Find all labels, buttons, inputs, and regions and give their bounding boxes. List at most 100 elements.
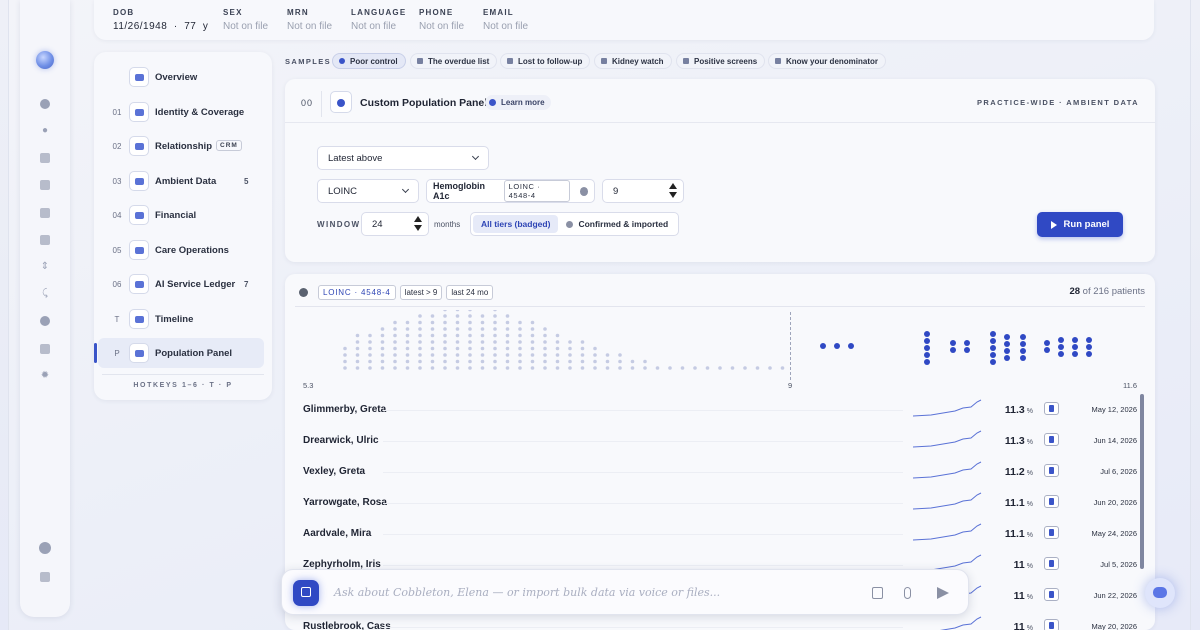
- population-dot: [493, 346, 497, 351]
- population-dot: [405, 327, 410, 331]
- flagged-patient-dot: [1020, 334, 1026, 340]
- result-count: 28 of 216 patients: [1069, 286, 1145, 297]
- tier-badge-icon[interactable]: [1044, 619, 1059, 630]
- nav-item-ai-service-ledger[interactable]: 06 AI Service Ledger 7: [94, 269, 272, 299]
- population-dot: [618, 353, 622, 357]
- panel-builder-card: 00 Custom Population Panel Learn more PR…: [285, 79, 1155, 262]
- stepper-icon[interactable]: [414, 216, 422, 231]
- clear-icon[interactable]: [579, 186, 588, 196]
- sample-chip-overdue-list[interactable]: The overdue list: [410, 53, 498, 69]
- population-dot: [493, 359, 497, 364]
- panel-title: Custom Population Panel: [360, 97, 488, 109]
- tier-badge-icon[interactable]: [1044, 557, 1059, 570]
- population-dot: [505, 346, 510, 351]
- attach-file-icon[interactable]: [872, 587, 883, 599]
- nav-item-identity[interactable]: 01 Identity & Coverage: [94, 97, 272, 127]
- hotkeys-hint: HOTKEYS 1–6 · T · P: [133, 382, 233, 389]
- flagged-patient-dot: [1058, 337, 1064, 343]
- tier-badge-icon[interactable]: [1044, 402, 1059, 415]
- tier-badge-icon[interactable]: [1044, 495, 1059, 508]
- run-panel-button[interactable]: Run panel: [1037, 212, 1123, 237]
- home-icon[interactable]: [40, 99, 50, 109]
- window-input[interactable]: 24: [361, 212, 429, 236]
- people-icon[interactable]: ⇕: [40, 262, 50, 272]
- inbox-icon: [507, 58, 513, 64]
- patient-name[interactable]: Vexley, Greta: [303, 466, 365, 477]
- profile-icon[interactable]: [39, 542, 51, 554]
- population-dot: [405, 353, 410, 357]
- population-dot: [455, 314, 460, 318]
- patient-row[interactable]: Drearwick, Ulric 11.3% Jun 14, 2026: [303, 425, 1145, 456]
- nav-item-financial[interactable]: 04 Financial: [94, 200, 272, 230]
- population-dot: [393, 346, 397, 351]
- divider: [295, 306, 1145, 307]
- scrollbar[interactable]: [1140, 394, 1144, 569]
- sample-chip-positive-screens[interactable]: Positive screens: [676, 53, 766, 69]
- patient-name[interactable]: Yarrowgate, Rosa: [303, 497, 387, 508]
- sample-chip-poor-control[interactable]: Poor control: [332, 53, 406, 69]
- concept-field[interactable]: Hemoglobin A1c LOINC · 4548-4: [426, 179, 595, 203]
- nav-item-timeline[interactable]: T Timeline: [94, 304, 272, 334]
- flagged-patient-dot: [1086, 337, 1092, 343]
- logout-icon[interactable]: [40, 572, 50, 582]
- population-dot: [380, 340, 385, 344]
- patient-name[interactable]: Glimmerby, Greta: [303, 404, 386, 415]
- patient-row[interactable]: Vexley, Greta 11.2% Jul 6, 2026: [303, 456, 1145, 487]
- grid-icon[interactable]: [40, 180, 50, 190]
- population-dot: [518, 359, 522, 364]
- assistant-icon[interactable]: [293, 580, 319, 606]
- inbox-icon[interactable]: [40, 208, 50, 218]
- population-dot: [543, 353, 547, 357]
- nav-item-overview[interactable]: Overview: [94, 62, 272, 92]
- flagged-patient-dot: [1020, 341, 1026, 347]
- sample-chip-lost-follow-up[interactable]: Lost to follow-up: [500, 53, 591, 69]
- tier-badge-icon[interactable]: [1044, 588, 1059, 601]
- person-icon[interactable]: ●: [40, 126, 50, 136]
- tier-all-button[interactable]: All tiers (badged): [473, 215, 559, 233]
- patient-row[interactable]: Aardvale, Mira 11.1% May 24, 2026: [303, 518, 1145, 549]
- image-icon[interactable]: [40, 344, 50, 354]
- sample-chip-kidney-watch[interactable]: Kidney watch: [594, 53, 672, 69]
- microphone-icon[interactable]: [904, 587, 911, 599]
- patient-name[interactable]: Aardvale, Mira: [303, 528, 371, 539]
- query-tag-window: last 24 mo: [446, 284, 494, 300]
- tier-badge-icon[interactable]: [1044, 464, 1059, 477]
- nav-item-relationship[interactable]: 02 Relationship CRM: [94, 131, 272, 161]
- stepper-icon[interactable]: [669, 183, 677, 198]
- share-icon[interactable]: ⤹: [40, 289, 50, 299]
- list-icon[interactable]: [40, 153, 50, 163]
- nav-item-ambient-data[interactable]: 03 Ambient Data 5: [94, 166, 272, 196]
- ask-input[interactable]: Ask about Cobbleton, Elena — or import b…: [334, 586, 720, 599]
- sex-field: SEX Not on file: [223, 8, 269, 32]
- send-icon[interactable]: [937, 587, 949, 599]
- patient-name[interactable]: Rustlebrook, Cass: [303, 621, 391, 630]
- nav-item-population-panel[interactable]: P Population Panel: [94, 338, 264, 368]
- learn-more-button[interactable]: Learn more: [485, 95, 551, 110]
- population-dot: [543, 340, 547, 344]
- population-dot: [605, 353, 610, 357]
- tier-confirmed-button[interactable]: Confirmed & imported: [558, 215, 676, 233]
- calendar-icon[interactable]: [40, 235, 50, 245]
- code-system-select[interactable]: LOINC: [317, 179, 419, 203]
- patient-row[interactable]: Glimmerby, Greta 11.3% May 12, 2026: [303, 394, 1145, 425]
- tier-badge-icon[interactable]: [1044, 526, 1059, 539]
- panel-scope: PRACTICE-WIDE · AMBIENT DATA: [977, 98, 1139, 107]
- threshold-input[interactable]: 9: [602, 179, 684, 203]
- population-dot: [518, 366, 522, 370]
- population-dot: [493, 320, 497, 325]
- nav-item-care-operations[interactable]: 05 Care Operations: [94, 235, 272, 265]
- patient-row[interactable]: Yarrowgate, Rosa 11.1% Jun 20, 2026: [303, 487, 1145, 518]
- mode-select[interactable]: Latest above: [317, 146, 489, 170]
- chat-bubble-icon[interactable]: [1145, 578, 1175, 608]
- result-date: May 12, 2026: [1091, 405, 1137, 414]
- population-dot: [618, 359, 622, 364]
- tier-badge-icon[interactable]: [1044, 433, 1059, 446]
- population-dot: [468, 320, 472, 325]
- sample-chip-denominator[interactable]: Know your denominator: [768, 53, 886, 69]
- brand-orb-icon[interactable]: [36, 51, 54, 69]
- patient-name[interactable]: Drearwick, Ulric: [303, 435, 379, 446]
- target-icon[interactable]: [40, 316, 50, 326]
- population-dot: [343, 359, 347, 364]
- axis-min-label: 5.3: [303, 381, 314, 390]
- settings-icon[interactable]: ✹: [40, 371, 50, 381]
